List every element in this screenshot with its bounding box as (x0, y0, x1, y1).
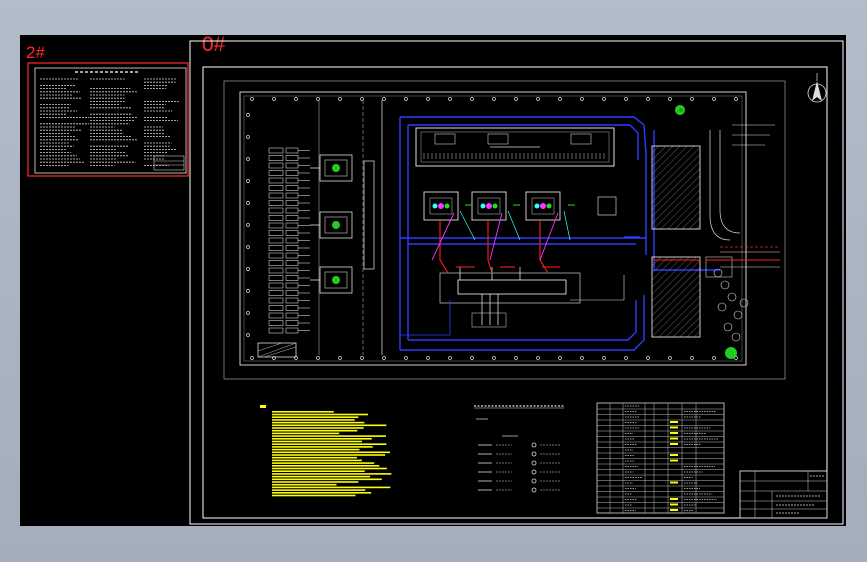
cad-drawing (27, 40, 844, 525)
drawing-canvas[interactable]: 2# 0# (20, 34, 846, 526)
sheet-2 (27, 62, 189, 177)
north-arrow-icon (807, 73, 827, 103)
design-notes (260, 405, 392, 497)
site-plan (223, 80, 786, 380)
title-block (739, 470, 828, 519)
legend (474, 405, 564, 493)
equipment-table (596, 402, 725, 514)
